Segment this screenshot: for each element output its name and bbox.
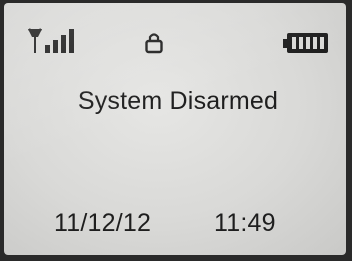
system-status-message: System Disarmed (77, 87, 279, 115)
signal-strength-icon (28, 28, 74, 53)
status-bar (4, 3, 346, 54)
date-display: 11/12/12 (54, 209, 152, 237)
lcd-screen: System Disarmed 11/12/12 11:49 (4, 3, 346, 255)
battery-full-icon (283, 33, 328, 53)
device-bezel: System Disarmed 11/12/12 11:49 (0, 0, 352, 261)
lock-icon (145, 33, 163, 54)
time-display: 11:49 (214, 209, 276, 237)
